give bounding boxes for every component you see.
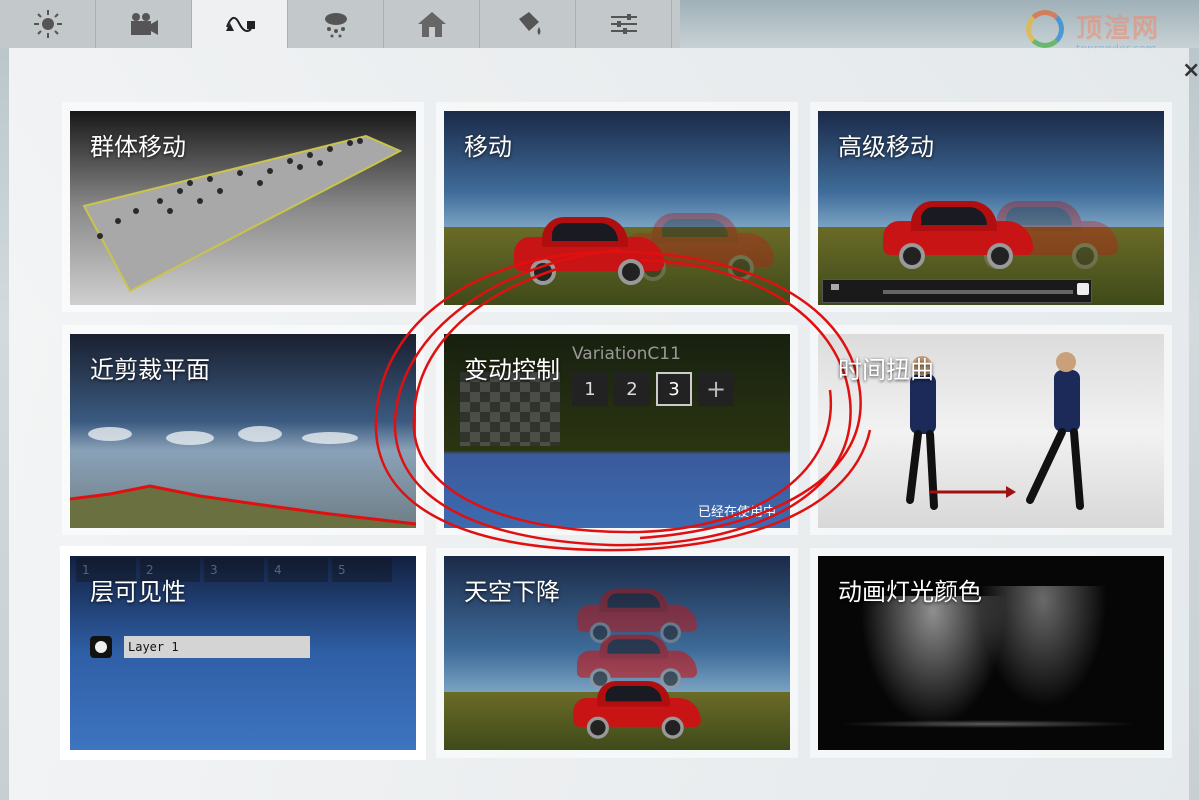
variation-slot-2[interactable]: 2 — [614, 372, 650, 406]
effect-card-light-color[interactable]: 动画灯光颜色 — [818, 556, 1164, 750]
tab-lighting[interactable] — [0, 0, 96, 48]
close-icon[interactable]: × — [1182, 58, 1199, 83]
card-title: 近剪裁平面 — [90, 356, 210, 384]
effect-card-near-clip[interactable]: 近剪裁平面 — [70, 334, 416, 528]
layer-name-field[interactable]: Layer 1 — [124, 636, 310, 658]
add-variation-button[interactable]: + — [698, 372, 734, 406]
effect-card-sky-drop[interactable]: 天空下降 — [444, 556, 790, 750]
category-tab-bar — [0, 0, 680, 48]
car-image — [883, 199, 1033, 269]
timeline-track — [883, 290, 1073, 294]
floor-glow — [838, 720, 1138, 728]
variation-slots: 1 2 3 + — [572, 372, 734, 406]
effect-card-variation-control[interactable]: VariationC11 1 2 3 + 已经在使用中 变动控制 — [444, 334, 790, 528]
card-title: 层可见性 — [90, 578, 186, 606]
layer-slot: 3 — [204, 558, 264, 582]
card-title: 移动 — [464, 133, 512, 161]
layer-slot: 4 — [268, 558, 328, 582]
weather-icon — [324, 13, 347, 38]
effect-card-move[interactable]: 移动 — [444, 111, 790, 305]
house-icon — [417, 12, 446, 37]
camera-icon — [130, 13, 158, 35]
layer-toggle[interactable] — [90, 636, 112, 658]
variation-slot-3[interactable]: 3 — [656, 372, 692, 406]
variation-slot-1[interactable]: 1 — [572, 372, 608, 406]
tab-settings[interactable] — [576, 0, 672, 48]
variation-label: VariationC11 — [572, 344, 681, 364]
layer-slot: 5 — [332, 558, 392, 582]
path-icon — [225, 16, 255, 32]
tab-camera[interactable] — [96, 0, 192, 48]
card-title: 动画灯光颜色 — [838, 578, 982, 606]
paint-bucket-icon — [518, 12, 540, 35]
car-image — [514, 215, 664, 285]
car-image — [573, 679, 701, 739]
tab-house[interactable] — [384, 0, 480, 48]
light-cone-image — [968, 586, 1118, 726]
tab-weather[interactable] — [288, 0, 384, 48]
effect-card-advanced-move[interactable]: 高级移动 — [818, 111, 1164, 305]
card-title: 高级移动 — [838, 133, 934, 161]
card-title: 变动控制 — [464, 356, 560, 384]
checkbox-icon — [1077, 283, 1089, 295]
effect-card-time-warp[interactable]: 时间扭曲 — [818, 334, 1164, 528]
tab-animation[interactable] — [192, 0, 288, 48]
tab-material[interactable] — [480, 0, 576, 48]
sliders-icon — [610, 14, 637, 34]
sun-icon — [33, 10, 62, 38]
watermark-text: 顶渲网 — [1076, 14, 1161, 44]
timeline-control — [822, 279, 1092, 303]
watermark-logo-icon — [1026, 10, 1064, 48]
layer-toggle-dot-icon — [95, 641, 107, 653]
card-title: 天空下降 — [464, 578, 560, 606]
play-icon — [831, 284, 839, 290]
card-title: 时间扭曲 — [838, 356, 934, 384]
effect-card-layer-visibility[interactable]: 1 2 3 4 5 Layer 1 层可见性 — [70, 556, 416, 750]
effect-card-crowd-movement[interactable]: 群体移动 — [70, 111, 416, 305]
card-title: 群体移动 — [90, 133, 186, 161]
in-use-label: 已经在使用中 — [697, 505, 776, 520]
